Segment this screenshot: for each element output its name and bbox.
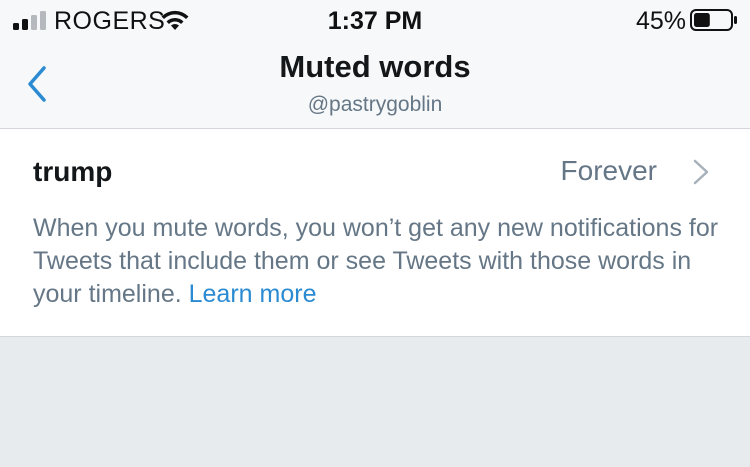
muted-word: trump bbox=[33, 156, 113, 187]
battery-icon bbox=[690, 9, 737, 31]
muted-words-section: trump Forever When you mute words, you w… bbox=[0, 129, 750, 337]
navigation-header: Muted words @pastrygoblin bbox=[0, 40, 750, 129]
learn-more-link[interactable]: Learn more bbox=[189, 280, 317, 308]
status-bar: ROGERS 1:37 PM 45% bbox=[0, 0, 750, 40]
chevron-right-icon bbox=[693, 159, 709, 185]
account-handle: @pastrygoblin bbox=[307, 93, 443, 116]
battery-percent: 45% bbox=[635, 7, 686, 35]
description-text: When you mute words, you won’t get any n… bbox=[33, 214, 719, 308]
mute-duration: Forever bbox=[560, 155, 657, 186]
mute-description: When you mute words, you won’t get any n… bbox=[33, 212, 733, 311]
muted-word-row[interactable]: trump Forever bbox=[0, 129, 750, 213]
page-title: Muted words bbox=[279, 49, 471, 84]
